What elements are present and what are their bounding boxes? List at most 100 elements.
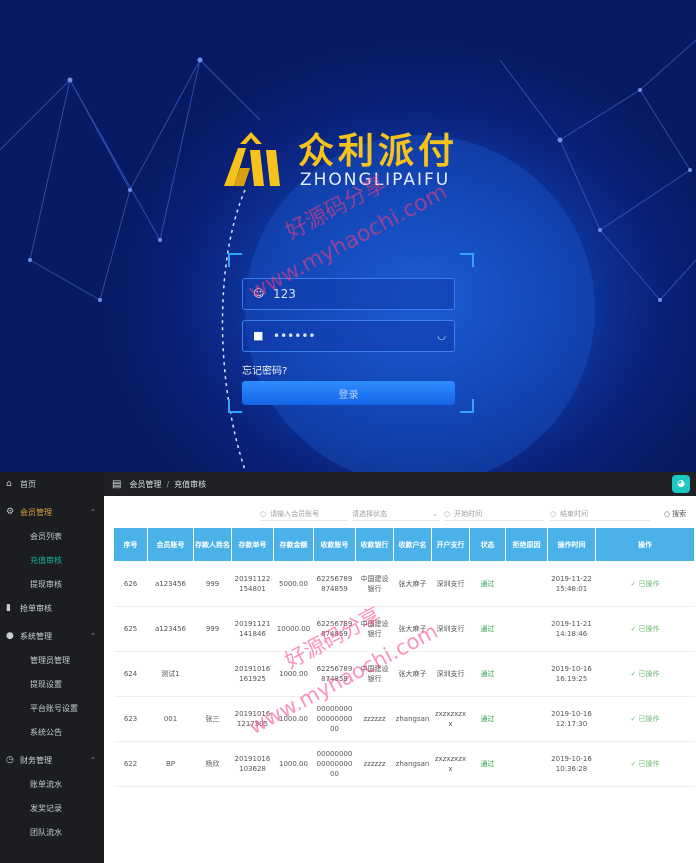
eye-icon[interactable]: ◡: [437, 331, 446, 342]
cell-account: 001: [147, 696, 194, 742]
table-header-row: 序号 会员账号 存款人姓名 存款单号 存款金额 收款账号 收款银行 收款户名 开…: [113, 527, 695, 562]
cell-depositor: 999: [193, 606, 232, 652]
cell-receive-account: 62256789874859: [313, 561, 356, 607]
cell-order-no: 20191016103628: [231, 741, 274, 787]
cell-branch: zxzxzxzxx: [431, 696, 470, 742]
cell-branch: 深圳支行: [431, 651, 470, 697]
cell-depositor: 杨欣: [193, 741, 232, 787]
sidebar-item-award-records[interactable]: 发奖记录: [0, 796, 104, 820]
sidebar-item-admin-management[interactable]: 管理员管理: [0, 648, 104, 672]
table-row: 623 001 张三 201910161217305 1000.00 00000…: [113, 696, 695, 742]
sidebar-item-withdraw-review[interactable]: 提现审核: [0, 572, 104, 596]
cell-reject-reason: [505, 561, 548, 607]
sidebar-item-team-flow[interactable]: 团队流水: [0, 820, 104, 844]
cell-time: 2019-11-21 14:18:46: [547, 606, 596, 652]
lock-icon: ■: [253, 329, 264, 342]
cell-reject-reason: [505, 606, 548, 652]
cell-branch: 深圳支行: [431, 561, 470, 607]
cell-action[interactable]: ✓ 已操作: [595, 741, 695, 787]
column-header: 状态: [469, 527, 506, 562]
cell-reject-reason: [505, 696, 548, 742]
cell-amount: 5000.00: [273, 561, 314, 607]
cell-action[interactable]: ✓ 已操作: [595, 651, 695, 697]
table-row: 622 BP 杨欣 20191016103628 1000.00 0000000…: [113, 741, 695, 787]
cell-order-no: 20191121141846: [231, 606, 274, 652]
sidebar-item-member-management[interactable]: ⚙ 会员管理 ⌃: [0, 500, 104, 524]
sidebar-item-order-review[interactable]: ▮ 抢单审核: [0, 596, 104, 620]
forgot-password-link[interactable]: 忘记密码?: [242, 362, 287, 377]
sidebar-item-platform-account-settings[interactable]: 平台账号设置: [0, 696, 104, 720]
calendar-icon: ○: [444, 509, 451, 518]
cell-branch: zxzxzxzxx: [431, 741, 470, 787]
cell-order-no: 20191016161925: [231, 651, 274, 697]
column-header: 收款户名: [393, 527, 432, 562]
column-header: 收款银行: [355, 527, 394, 562]
cell-receive-account: 000000000000000000: [313, 741, 356, 787]
column-header: 拒绝原因: [505, 527, 548, 562]
sidebar-item-system-notice[interactable]: 系统公告: [0, 720, 104, 744]
filter-bar: ○ 请输入会员账号 请选择状态 ⌄ ○ 开始时间 ○ 结束时间 ○ 搜索: [104, 502, 696, 524]
account-filter-input[interactable]: ○ 请输入会员账号: [260, 507, 348, 521]
cell-time: 2019-11-22 15:48:01: [547, 561, 596, 607]
password-value: ••••••: [273, 329, 316, 343]
table-row: 626 a123456 999 20191122154801 5000.00 6…: [113, 561, 695, 607]
cell-time: 2019-10-16 10:36:28: [547, 741, 596, 787]
calendar-icon: ○: [550, 509, 557, 518]
breadcrumb-recharge-review: 充值审核: [174, 479, 207, 489]
cell-status: 通过: [469, 696, 506, 742]
admin-screen: ⌂ 首页 ⚙ 会员管理 ⌃ 会员列表 充值审核 提现审核 ▮ 抢单审核 ● 系统管理 ⌃ 管…: [0, 472, 696, 863]
cell-time: 2019-10-16 16:19:25: [547, 651, 596, 697]
cell-bank: 中国建设银行: [355, 561, 394, 607]
cell-id: 623: [113, 696, 148, 742]
cell-id: 624: [113, 651, 148, 697]
cell-account: a123456: [147, 561, 194, 607]
search-button[interactable]: ○ 搜索: [664, 507, 694, 521]
cell-status: 通过: [469, 606, 506, 652]
column-header: 存款单号: [231, 527, 274, 562]
cell-depositor: 张三: [193, 696, 232, 742]
cell-account-name: zhangsan: [393, 696, 432, 742]
gear-icon: ⚙: [6, 507, 15, 517]
avatar[interactable]: ◕: [672, 475, 690, 493]
sidebar-item-member-list[interactable]: 会员列表: [0, 524, 104, 548]
cell-status: 通过: [469, 561, 506, 607]
password-field[interactable]: ■ •••••• ◡: [242, 320, 455, 352]
column-header: 会员账号: [147, 527, 194, 562]
chevron-down-icon: ⌄: [432, 509, 438, 518]
cell-action[interactable]: ✓ 已操作: [595, 606, 695, 652]
sidebar: ⌂ 首页 ⚙ 会员管理 ⌃ 会员列表 充值审核 提现审核 ▮ 抢单审核 ● 系统管理 ⌃ 管…: [0, 472, 104, 863]
cell-id: 622: [113, 741, 148, 787]
search-icon: ○: [260, 509, 267, 518]
sidebar-item-system-management[interactable]: ● 系统管理 ⌃: [0, 624, 104, 648]
column-header: 操作时间: [547, 527, 596, 562]
breadcrumb-member-management[interactable]: 会员管理: [129, 479, 161, 490]
logo-chinese-text: 众利派付: [298, 131, 459, 172]
cell-action[interactable]: ✓ 已操作: [595, 696, 695, 742]
logo-mark-icon: [224, 132, 280, 186]
sidebar-item-home[interactable]: ⌂ 首页: [0, 472, 104, 496]
search-icon: ○: [664, 510, 671, 518]
start-date-input[interactable]: ○ 开始时间: [444, 507, 544, 521]
status-select[interactable]: 请选择状态 ⌄: [352, 507, 440, 521]
login-screen: 众利派付 ZHONGLIPAIFU ☺ 123 ■ •••••• ◡ 忘记密码?…: [0, 0, 696, 472]
cell-bank: zzzzzz: [355, 741, 394, 787]
column-header: 存款人姓名: [193, 527, 232, 562]
end-date-input[interactable]: ○ 结束时间: [550, 507, 650, 521]
topbar: ▤ 会员管理 / 充值审核 ◕: [104, 472, 696, 496]
chevron-up-icon: ⌃: [90, 632, 96, 640]
cell-account: a123456: [147, 606, 194, 652]
menu-toggle-icon[interactable]: ▤: [112, 479, 121, 490]
sidebar-item-finance-management[interactable]: ◷ 财务管理 ⌃: [0, 748, 104, 772]
column-header: 操作: [595, 527, 695, 562]
login-button[interactable]: 登录: [242, 381, 455, 405]
cell-action[interactable]: ✓ 已操作: [595, 561, 695, 607]
cell-amount: 1000.00: [273, 741, 314, 787]
sidebar-item-withdraw-settings[interactable]: 提现设置: [0, 672, 104, 696]
cell-status: 通过: [469, 741, 506, 787]
column-header: 存款金额: [273, 527, 314, 562]
bar-icon: ▮: [6, 603, 11, 613]
column-header: 开户支行: [431, 527, 470, 562]
sidebar-item-recharge-review[interactable]: 充值审核: [0, 548, 104, 572]
cell-depositor: [193, 651, 232, 697]
sidebar-item-bill-flow[interactable]: 账单流水: [0, 772, 104, 796]
